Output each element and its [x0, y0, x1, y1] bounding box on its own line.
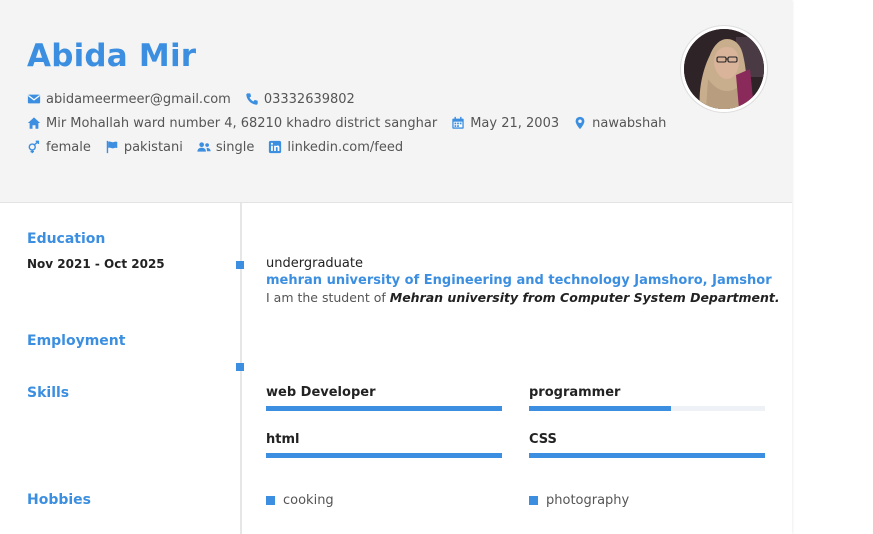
users-icon	[197, 142, 211, 152]
skill-bar	[529, 453, 765, 458]
city-text: nawabshah	[592, 115, 667, 131]
skills-heading: Skills	[27, 385, 70, 401]
education-description: I am the student of Mehran university fr…	[266, 290, 780, 305]
gender-text: female	[46, 139, 91, 155]
envelope-icon	[27, 94, 41, 104]
gender-info: female	[27, 140, 91, 155]
education-description-prefix: I am the student of	[266, 290, 390, 305]
marital-status-info: single	[197, 139, 255, 155]
map-marker-icon	[575, 116, 585, 130]
email-info[interactable]: abidameermeer@gmail.com	[27, 92, 231, 107]
gender-icon	[28, 140, 40, 154]
timeline-marker-employment	[236, 363, 244, 371]
skill-name: web Developer	[266, 385, 376, 400]
flag-icon	[106, 140, 118, 154]
skill-name: CSS	[529, 432, 557, 447]
person-name: Abida Mir	[27, 38, 197, 74]
education-date: Nov 2021 - Oct 2025	[27, 257, 165, 271]
skill-bar	[529, 406, 765, 411]
nationality-info: pakistani	[105, 140, 183, 155]
email-text: abidameermeer@gmail.com	[46, 91, 231, 107]
linkedin-text: linkedin.com/feed	[287, 139, 404, 155]
hobby-item: cooking	[266, 493, 334, 508]
nationality-text: pakistani	[123, 139, 183, 155]
linkedin-icon	[269, 140, 282, 154]
skill-name: programmer	[529, 385, 621, 400]
hobby-label: photography	[546, 493, 630, 508]
skill-bar-fill	[529, 453, 765, 458]
personal-row: female pakistani single linkedin.com/fee…	[27, 138, 417, 156]
phone-text: 03332639802	[263, 91, 355, 107]
hobbies-heading: Hobbies	[27, 492, 92, 508]
hobby-bullet	[529, 496, 538, 505]
hobby-item: photography	[529, 493, 629, 508]
address-info: Mir Mohallah ward number 4, 68210 khadro…	[27, 116, 437, 131]
education-description-emphasis: Mehran university from Computer System D…	[389, 290, 780, 305]
resume-header: Abida Mir abidameermeer@gmail.com 033326…	[0, 0, 792, 203]
education-school: mehran university of Engineering and tec…	[266, 273, 772, 288]
address-text: Mir Mohallah ward number 4, 68210 khadro…	[46, 115, 438, 131]
marital-status-text: single	[215, 139, 255, 155]
home-icon	[27, 117, 41, 129]
details-row: Mir Mohallah ward number 4, 68210 khadro…	[27, 114, 680, 132]
education-degree: undergraduate	[266, 256, 363, 271]
skill-name: html	[266, 432, 300, 447]
skill-bar	[266, 406, 502, 411]
skill-bar	[266, 453, 502, 458]
profile-photo	[681, 26, 767, 112]
profile-photo-image	[684, 29, 764, 109]
resume-card: Abida Mir abidameermeer@gmail.com 033326…	[0, 0, 792, 534]
skill-bar-fill	[266, 406, 502, 411]
skill-bar-fill	[529, 406, 671, 411]
calendar-icon	[452, 116, 464, 129]
phone-info[interactable]: 03332639802	[245, 92, 355, 107]
education-heading: Education	[27, 231, 106, 247]
contact-row: abidameermeer@gmail.com 03332639802	[27, 90, 369, 108]
skill-bar-fill	[266, 453, 502, 458]
phone-icon	[246, 93, 258, 105]
hobby-bullet	[266, 496, 275, 505]
city-info: nawabshah	[573, 116, 666, 131]
birthdate-info: May 21, 2003	[451, 116, 559, 131]
timeline-marker-education	[236, 261, 244, 269]
employment-heading: Employment	[27, 333, 126, 349]
birthdate-text: May 21, 2003	[470, 115, 560, 131]
linkedin-info[interactable]: linkedin.com/feed	[268, 140, 403, 155]
hobby-label: cooking	[283, 493, 334, 508]
